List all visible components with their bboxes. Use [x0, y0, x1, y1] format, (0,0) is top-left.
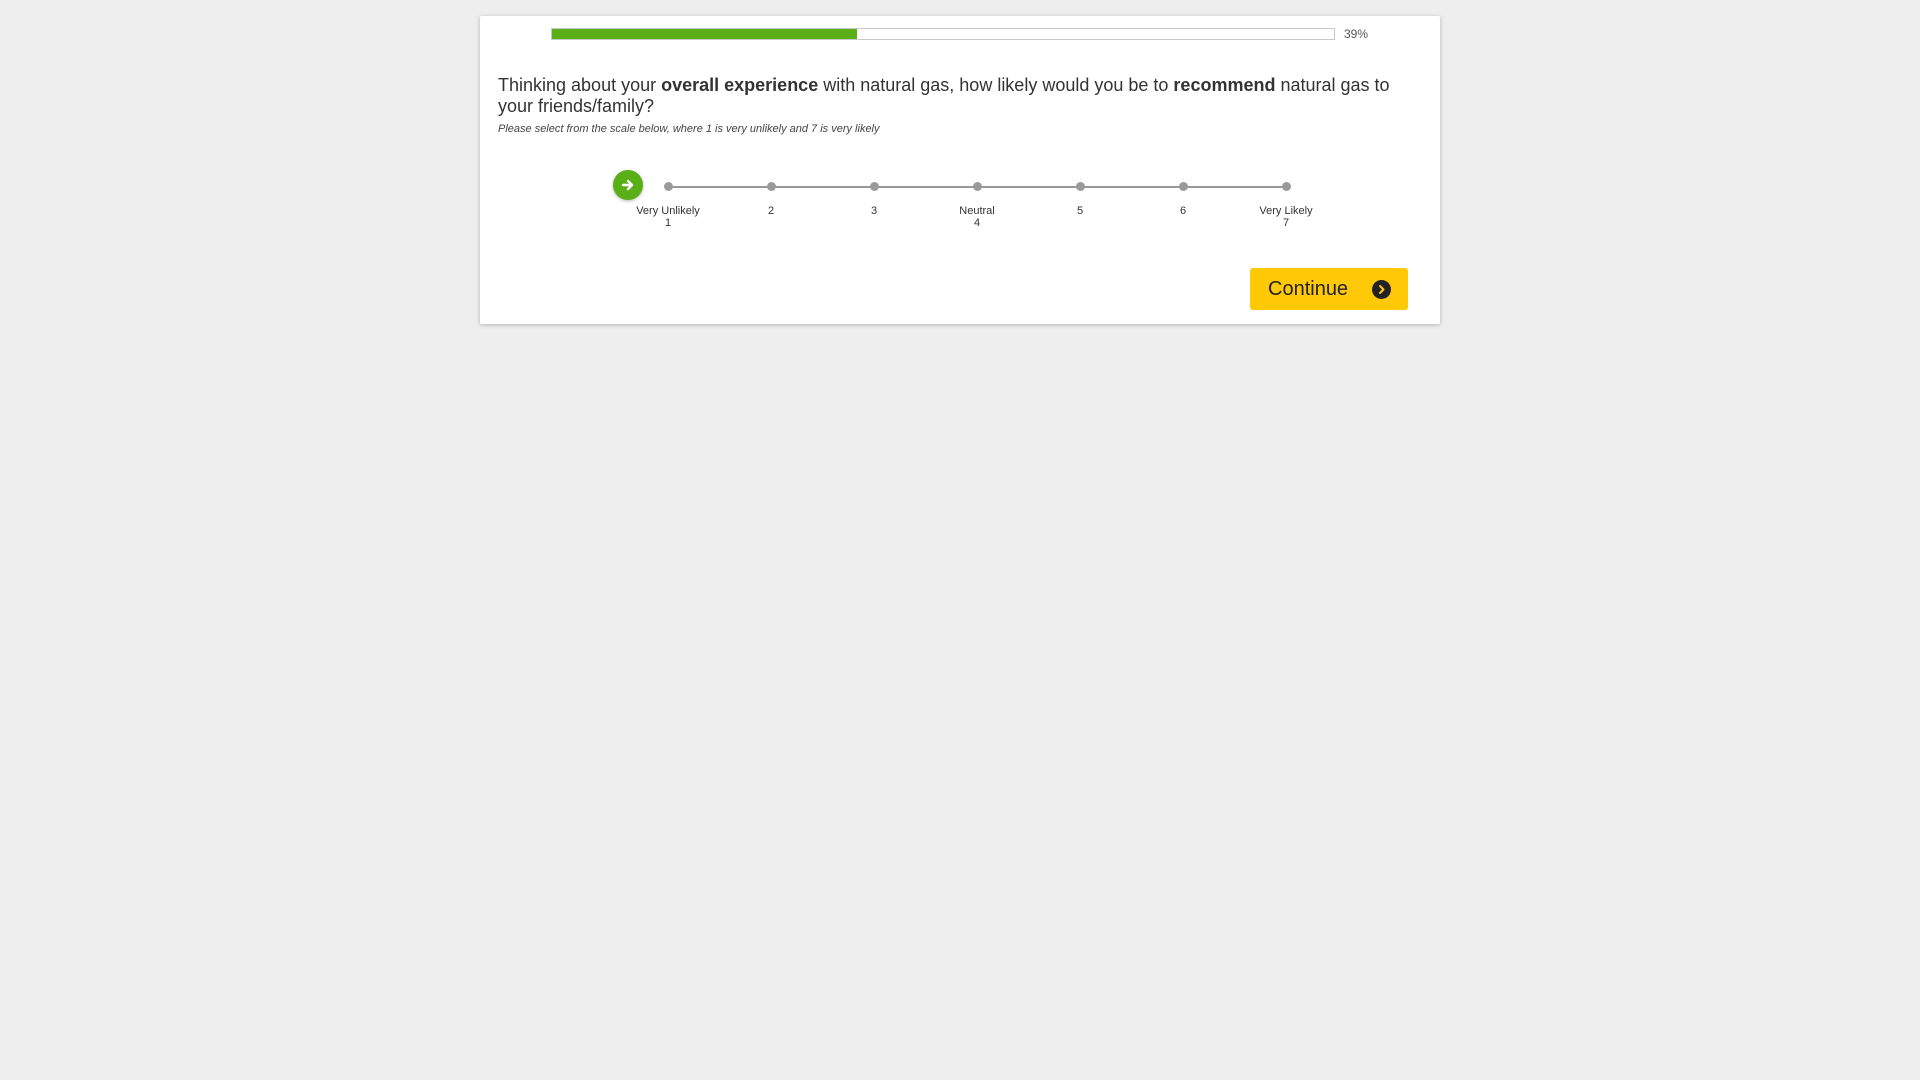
scale-point-1[interactable] [664, 182, 673, 191]
scale-point-6[interactable] [1179, 182, 1188, 191]
scale-label-value: 5 [1076, 205, 1084, 217]
scale-label-value: 6 [1179, 205, 1187, 217]
scale-label-value: 4 [973, 217, 981, 229]
scale-point-3[interactable] [870, 182, 879, 191]
chevron-right-circle-icon [1372, 280, 1391, 299]
arrow-right-icon [621, 179, 634, 191]
scale-label-text: Very Likely [1259, 205, 1313, 217]
scale-label-text: Neutral [959, 205, 995, 217]
scale-point-4[interactable] [973, 182, 982, 191]
scale-label-2[interactable]: 2 [726, 205, 816, 217]
continue-button-label: Continue [1268, 277, 1349, 300]
scale-label-text: Very Unlikely [636, 205, 700, 217]
scale-label-value: 3 [870, 205, 878, 217]
scale-label-3[interactable]: 3 [829, 205, 919, 217]
continue-button[interactable]: Continue [1250, 268, 1408, 310]
scale-point-5[interactable] [1076, 182, 1085, 191]
scale-label-6[interactable]: 6 [1138, 205, 1228, 217]
scale-label-4[interactable]: Neutral 4 [932, 205, 1022, 229]
scale-point-7[interactable] [1282, 182, 1291, 191]
scale-label-value: 7 [1282, 217, 1290, 229]
scale-slider-handle[interactable] [613, 170, 643, 200]
survey-card: 39% Thinking about your overall experien… [480, 16, 1440, 324]
rating-scale[interactable]: Very Unlikely 1 2 3 Neutral 4 5 6 Very Likely 7 [480, 16, 1440, 236]
scale-label-5[interactable]: 5 [1035, 205, 1125, 217]
scale-label-value: 2 [767, 205, 775, 217]
scale-label-7[interactable]: Very Likely 7 [1241, 205, 1331, 229]
scale-label-1[interactable]: Very Unlikely 1 [623, 205, 713, 229]
scale-label-value: 1 [664, 217, 672, 229]
scale-point-2[interactable] [767, 182, 776, 191]
